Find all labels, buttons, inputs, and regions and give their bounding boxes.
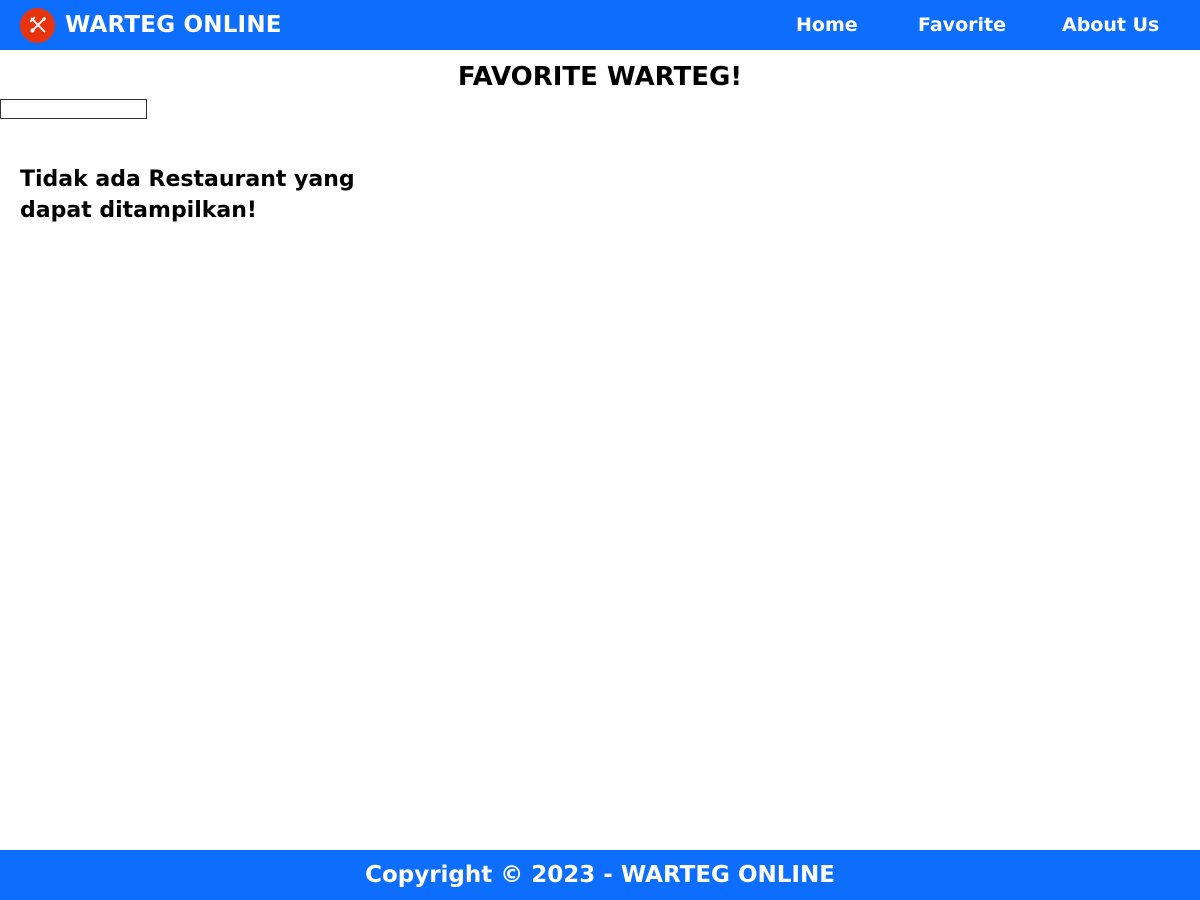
nav-link-about-us[interactable]: About Us xyxy=(1062,14,1159,36)
footer: Copyright © 2023 - WARTEG ONLINE xyxy=(0,850,1200,900)
nav-item-favorite: Favorite xyxy=(918,14,1006,36)
empty-state-message: Tidak ada Restaurant yang dapat ditampil… xyxy=(20,167,355,223)
nav-item-about-us: About Us xyxy=(1062,14,1159,36)
page-title: FAVORITE WARTEG! xyxy=(457,62,743,92)
nav-link-home[interactable]: Home xyxy=(796,14,858,36)
nav-item-home: Home xyxy=(796,14,858,36)
brand-link[interactable]: WARTEG ONLINE xyxy=(20,7,282,43)
fork-and-spoon-icon xyxy=(20,7,55,43)
navbar: WARTEG ONLINE Home Favorite About Us xyxy=(0,0,1200,50)
search-input[interactable] xyxy=(0,99,147,119)
copyright-text: Copyright © 2023 - WARTEG ONLINE xyxy=(365,862,835,888)
nav-link-favorite[interactable]: Favorite xyxy=(918,14,1006,36)
brand-name: WARTEG ONLINE xyxy=(65,12,282,38)
